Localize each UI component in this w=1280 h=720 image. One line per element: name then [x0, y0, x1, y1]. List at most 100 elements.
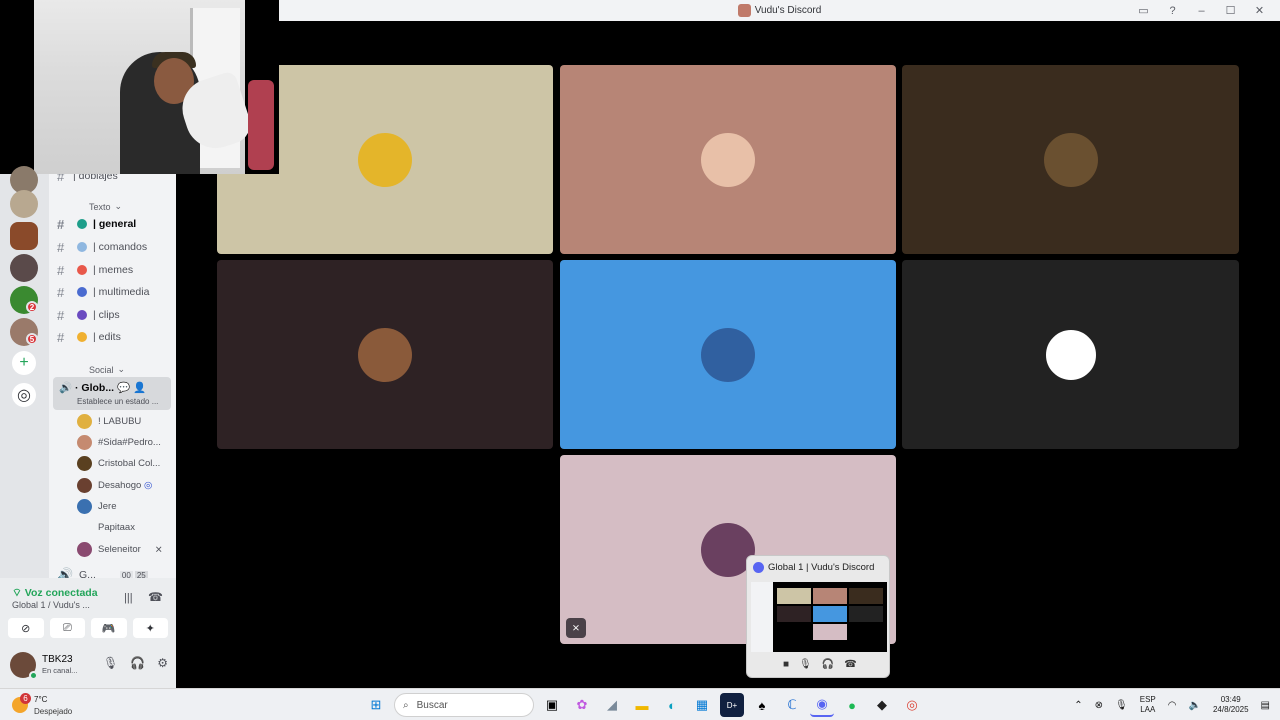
- voice-user[interactable]: Desahogo ◎: [77, 475, 152, 495]
- voice-channel-next[interactable]: 🔊 G... 00 25: [57, 565, 171, 578]
- notification-icon[interactable]: ▤: [1261, 700, 1270, 711]
- camera-icon[interactable]: ■: [783, 659, 789, 670]
- server-icon[interactable]: [10, 190, 38, 218]
- language-indicator[interactable]: ESP LAA: [1140, 695, 1156, 715]
- participant-avatar: [358, 132, 412, 187]
- video-tile[interactable]: [560, 65, 896, 254]
- user-avatar: [77, 519, 92, 535]
- microphone-icon[interactable]: 🎙: [1115, 700, 1128, 711]
- speaker-icon: 🔊: [57, 567, 74, 578]
- edge-icon[interactable]: ◐: [660, 693, 684, 717]
- screen-share-button[interactable]: ⎚: [49, 618, 85, 638]
- channel-memes[interactable]: # | memes: [57, 260, 171, 280]
- close-button[interactable]: ✕: [1245, 4, 1274, 17]
- voice-connected-label[interactable]: ⌔ Voz conectada: [12, 586, 98, 600]
- discover-icon[interactable]: ◎: [12, 383, 36, 407]
- discord-icon[interactable]: ◉: [810, 693, 834, 717]
- app-icon[interactable]: ◢: [600, 693, 624, 717]
- user-avatar: [77, 477, 92, 493]
- voice-status[interactable]: Establece un estado ...: [77, 397, 158, 406]
- signal-icon: ⌔: [12, 587, 22, 599]
- taskbar-preview-popup[interactable]: Global 1 | Vudu's Discord ■ 🎙 🎧 ☎: [746, 555, 890, 678]
- channel-comandos[interactable]: # | comandos: [57, 237, 171, 257]
- headphones-icon[interactable]: 🎧: [130, 656, 145, 670]
- wifi-icon[interactable]: ◠: [1168, 700, 1177, 711]
- channel-edits[interactable]: # | edits: [57, 327, 171, 347]
- disconnect-icon[interactable]: ☎: [844, 659, 856, 670]
- app-icon[interactable]: ◆: [870, 693, 894, 717]
- voice-user[interactable]: ! LABUBU: [77, 411, 141, 431]
- search-icon: ⌕: [403, 699, 409, 711]
- minimize-button[interactable]: –: [1187, 5, 1216, 17]
- participant-avatar: [701, 132, 755, 187]
- voice-user[interactable]: Seleneitor ⨯: [77, 539, 163, 559]
- task-view-icon[interactable]: ▣: [540, 693, 564, 717]
- channel-clips[interactable]: # | clips: [57, 305, 171, 325]
- channel-doblajes[interactable]: # | doblajes: [57, 174, 171, 186]
- invite-icon[interactable]: 👤: [133, 382, 146, 394]
- copilot-icon[interactable]: ✿: [570, 693, 594, 717]
- desktop: Vudu's Discord ▭ ? – ☐ ✕ ⨯ 2 5 + ◎ # | d…: [0, 0, 1280, 720]
- disconnect-icon[interactable]: ☎: [148, 590, 163, 604]
- disney-plus-icon[interactable]: D+: [720, 693, 744, 717]
- video-tile[interactable]: [902, 260, 1239, 449]
- chevron-up-icon[interactable]: ⌃: [1074, 700, 1082, 711]
- category-texto[interactable]: Texto ⌄: [89, 201, 122, 212]
- headphones-icon[interactable]: 🎧: [822, 659, 834, 670]
- server-icon[interactable]: [10, 254, 38, 282]
- user-avatar: [77, 541, 92, 557]
- channel-general[interactable]: # | general: [57, 214, 171, 234]
- taskbar: 6 7°C Despejado ⊞ ⌕ Buscar ▣ ✿ ◢ ▬ ◐ ▦ D+…: [0, 688, 1280, 720]
- deafened-icon: ⨯: [154, 543, 163, 555]
- soundboard-button[interactable]: ✦: [132, 618, 168, 638]
- mention-badge: 2: [26, 301, 38, 313]
- file-explorer-icon[interactable]: ▬: [630, 693, 654, 717]
- participant-avatar: [1043, 132, 1098, 187]
- voice-channel-name[interactable]: Global 1 / Vudu's ...: [12, 600, 90, 610]
- chat-icon[interactable]: 💬: [117, 382, 130, 394]
- mention-badge: 5: [26, 333, 38, 345]
- server-icon[interactable]: [10, 222, 38, 250]
- category-social[interactable]: Social ⌄: [89, 364, 125, 375]
- video-tile-speaking[interactable]: [560, 260, 896, 449]
- participant-avatar: [1043, 327, 1098, 382]
- video-tile[interactable]: [217, 260, 553, 449]
- help-icon[interactable]: ?: [1158, 5, 1187, 17]
- deafened-icon: ⨯: [566, 618, 586, 638]
- voice-user[interactable]: #Sida#Pedro...: [77, 432, 161, 452]
- user-panel[interactable]: TBK23 En canal... 🎙 🎧 ⚙: [10, 652, 170, 680]
- weather-widget[interactable]: 6 7°C Despejado: [12, 693, 92, 717]
- status-indicator: [29, 671, 38, 680]
- volume-icon[interactable]: 🔈: [1189, 700, 1201, 711]
- add-server-icon[interactable]: +: [12, 351, 36, 375]
- user-avatar: [77, 455, 92, 471]
- settings-gear-icon[interactable]: ⚙: [157, 656, 168, 670]
- video-tile[interactable]: [902, 65, 1239, 254]
- voice-user[interactable]: Cristobal Col...: [77, 453, 160, 473]
- webcam-overlay: [0, 0, 279, 174]
- chrome-icon[interactable]: ◎: [900, 693, 924, 717]
- channel-multimedia[interactable]: # | multimedia: [57, 282, 171, 302]
- spotify-icon[interactable]: ●: [840, 693, 864, 717]
- maximize-button[interactable]: ☐: [1216, 4, 1245, 17]
- voice-user[interactable]: Jere: [77, 496, 116, 516]
- microphone-icon[interactable]: 🎙: [103, 656, 118, 670]
- start-icon[interactable]: ⊞: [364, 693, 388, 717]
- noise-suppression-icon[interactable]: |||: [124, 592, 133, 604]
- clock[interactable]: 03:49 24/8/2025: [1213, 695, 1249, 715]
- user-avatar: [77, 413, 92, 429]
- inbox-icon[interactable]: ▭: [1129, 4, 1158, 17]
- search-box[interactable]: ⌕ Buscar: [394, 693, 534, 717]
- microphone-icon[interactable]: 🎙: [799, 659, 812, 670]
- spiral-icon: ◎: [143, 479, 153, 491]
- activities-button[interactable]: 🎮: [91, 618, 127, 638]
- voice-channel-global[interactable]: 🔊 · Glob... 💬 👤 Establece un estado ...: [53, 377, 171, 410]
- vpn-icon[interactable]: ⊗: [1095, 700, 1103, 711]
- window-thumbnail[interactable]: [751, 582, 887, 652]
- discord-icon: [753, 562, 764, 573]
- camera-off-button[interactable]: ⊘: [8, 618, 44, 638]
- store-icon[interactable]: ▦: [690, 693, 714, 717]
- app-icon[interactable]: ℂ: [780, 693, 804, 717]
- app-icon[interactable]: ♠: [750, 693, 774, 717]
- voice-user[interactable]: Papitaax: [77, 517, 135, 537]
